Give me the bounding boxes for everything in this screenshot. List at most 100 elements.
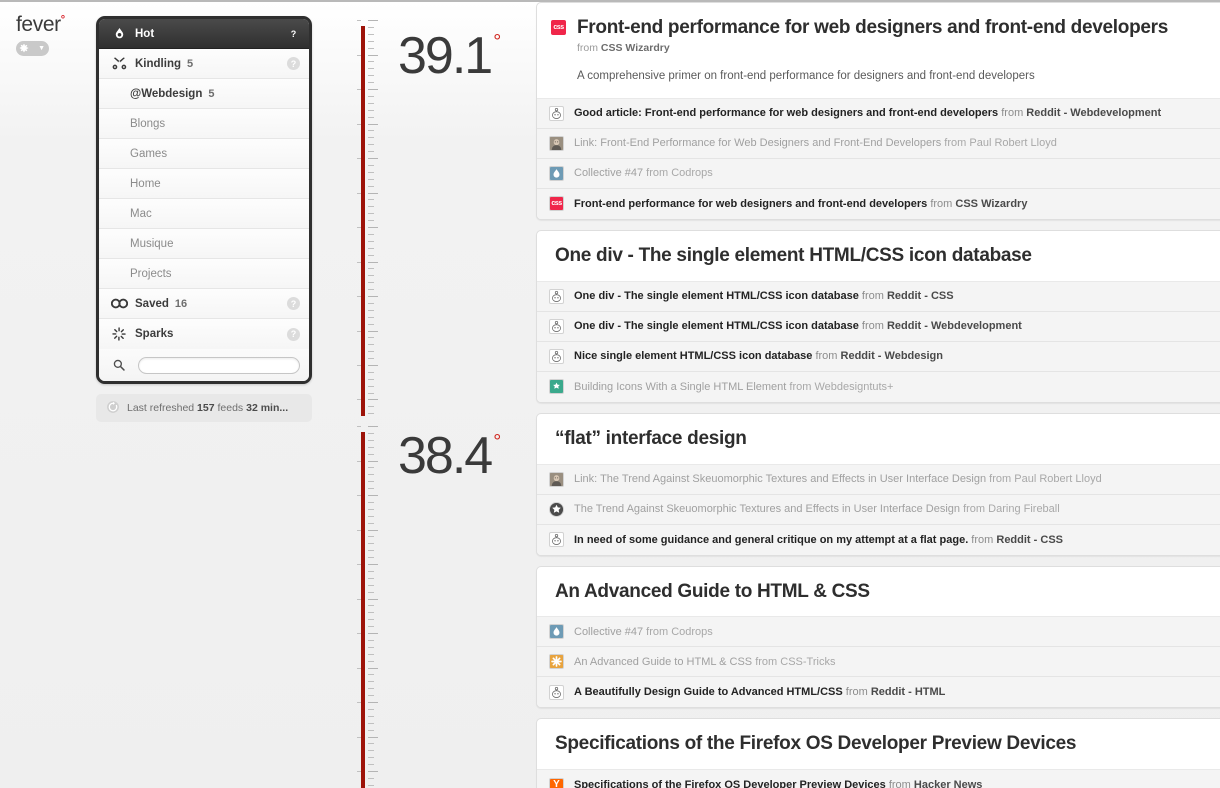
- help-icon[interactable]: ?: [287, 327, 300, 341]
- tick-mark: [357, 20, 361, 21]
- related-link-row[interactable]: In need of some guidance and general cri…: [537, 524, 1220, 555]
- tick-mark: [368, 41, 374, 42]
- tick-mark: [368, 124, 378, 125]
- article-card[interactable]: “flat” interface design Link: The Trend A…: [536, 412, 1220, 556]
- gear-icon: [19, 43, 29, 54]
- sidebar-item-mac[interactable]: Mac: [99, 199, 309, 229]
- article-card-header[interactable]: Specifications of the Firefox OS Develop…: [537, 719, 1220, 769]
- related-link-title: The Trend Against Skeuomorphic Textures …: [574, 503, 961, 516]
- sidebar-item-home[interactable]: Home: [99, 169, 309, 199]
- settings-button[interactable]: ▼: [16, 41, 49, 56]
- article-excerpt: A comprehensive primer on front-end perf…: [577, 69, 1035, 82]
- article-card-header[interactable]: “flat” interface design: [537, 414, 1220, 464]
- article-title[interactable]: “flat” interface design: [555, 428, 1217, 450]
- tick-mark: [357, 426, 361, 427]
- related-link-row[interactable]: css Front-end performance for web designe…: [537, 188, 1220, 219]
- sidebar-item-blongs[interactable]: Blongs: [99, 109, 309, 139]
- tick-mark: [368, 502, 374, 503]
- help-icon[interactable]: ?: [287, 27, 300, 40]
- article-title[interactable]: Specifications of the Firefox OS Develop…: [555, 733, 1217, 755]
- tick-mark: [368, 317, 374, 318]
- tick-mark: [368, 75, 374, 76]
- related-links-list: Good article: Front-end performance for …: [537, 97, 1220, 219]
- thermometer-mercury: [361, 26, 365, 416]
- favicon-reddit: [549, 684, 564, 700]
- tick-mark: [368, 220, 374, 221]
- related-link-row[interactable]: Y Specifications of the Firefox OS Develo…: [537, 770, 1220, 788]
- article-card[interactable]: An Advanced Guide to HTML & CSS Collectiv…: [536, 565, 1220, 709]
- favicon-reddit: [549, 288, 564, 304]
- sidebar-item-hot[interactable]: Hot?: [99, 19, 309, 49]
- related-link-source: Daring Fireball: [988, 503, 1060, 516]
- related-link-from: from: [643, 167, 672, 180]
- sidebar-item-label: Games: [130, 147, 168, 160]
- related-link-text: A Beautifully Design Guide to Advanced H…: [574, 686, 945, 698]
- tick-mark: [368, 379, 374, 380]
- sidebar-item-webdesign[interactable]: @Webdesign 5: [99, 79, 309, 109]
- sidebar-item-musique[interactable]: Musique: [99, 229, 309, 259]
- sidebar-item-count: 16: [174, 297, 188, 310]
- related-link-from: from: [858, 320, 887, 333]
- sidebar-item-games[interactable]: Games: [99, 139, 309, 169]
- article-card[interactable]: Specifications of the Firefox OS Develop…: [536, 718, 1220, 788]
- tick-mark: [368, 647, 374, 648]
- related-link-row[interactable]: Collective #47 from Codrops: [537, 617, 1220, 648]
- sidebar-item-label: Kindling: [135, 57, 181, 70]
- article-card[interactable]: One div - The single element HTML/CSS ic…: [536, 229, 1220, 403]
- related-link-row[interactable]: One div - The single element HTML/CSS ic…: [537, 281, 1220, 312]
- related-link-row[interactable]: Good article: Front-end performance for …: [537, 98, 1220, 129]
- related-link-row[interactable]: Link: The Trend Against Skeuomorphic Tex…: [537, 464, 1220, 495]
- help-icon[interactable]: ?: [287, 297, 300, 310]
- temperature-readout: 38.4 °: [398, 430, 502, 482]
- tick-mark: [368, 262, 378, 263]
- related-link-from: from: [998, 107, 1027, 120]
- favicon-codrops: [549, 624, 564, 640]
- brand-logo[interactable]: fever° ▼: [16, 14, 86, 56]
- article-title[interactable]: An Advanced Guide to HTML & CSS: [555, 581, 1217, 603]
- sidebar-item-saved[interactable]: Saved 16?: [99, 289, 309, 319]
- search-input[interactable]: [138, 356, 300, 374]
- sidebar-item-sparks[interactable]: Sparks?: [99, 319, 309, 349]
- related-link-row[interactable]: An Advanced Guide to HTML & CSS from CSS…: [537, 647, 1220, 678]
- related-link-from: from: [812, 350, 841, 363]
- tick-mark: [368, 372, 374, 373]
- related-link-row[interactable]: The Trend Against Skeuomorphic Textures …: [537, 494, 1220, 525]
- tick-mark: [368, 730, 374, 731]
- related-link-row[interactable]: Building Icons With a Single HTML Elemen…: [537, 371, 1220, 402]
- sidebar-item-label: Hot: [135, 27, 155, 40]
- temperature-readout: 39.1 °: [398, 30, 501, 82]
- degree-icon: °: [493, 431, 502, 453]
- article-card-header[interactable]: css Front-end performance for web designe…: [537, 3, 1220, 98]
- article-source-name: CSS Wizardry: [600, 41, 670, 54]
- related-link-row[interactable]: Collective #47 from Codrops: [537, 158, 1220, 189]
- sidebar-item-kindling[interactable]: Kindling 5?: [99, 49, 309, 79]
- tick-mark: [368, 213, 374, 214]
- related-link-row[interactable]: One div - The single element HTML/CSS ic…: [537, 311, 1220, 342]
- sidebar-search-row[interactable]: [99, 349, 309, 381]
- related-link-text: Good article: Front-end performance for …: [574, 107, 1161, 119]
- tick-mark: [368, 89, 378, 90]
- tick-mark: [368, 716, 374, 717]
- article-card[interactable]: css Front-end performance for web designe…: [536, 2, 1220, 220]
- tick-mark: [368, 447, 374, 448]
- sidebar-item-label: Projects: [130, 267, 172, 280]
- infinity-icon: [108, 298, 130, 309]
- related-link-title: Link: Front-End Performance for Web Desi…: [574, 137, 942, 150]
- related-link-row[interactable]: Nice single element HTML/CSS icon databa…: [537, 341, 1220, 372]
- last-refreshed-status[interactable]: Last refreshed 157 feeds 32 min...: [96, 394, 312, 422]
- related-link-row[interactable]: A Beautifully Design Guide to Advanced H…: [537, 677, 1220, 708]
- favicon-prl: [549, 135, 564, 151]
- article-title[interactable]: One div - The single element HTML/CSS ic…: [555, 245, 1217, 267]
- help-icon[interactable]: ?: [287, 57, 300, 70]
- tick-mark: [368, 461, 378, 462]
- article-card-header[interactable]: An Advanced Guide to HTML & CSS: [537, 567, 1220, 617]
- tick-mark: [368, 289, 374, 290]
- article-card-header[interactable]: One div - The single element HTML/CSS ic…: [537, 231, 1220, 281]
- related-link-title: Building Icons With a Single HTML Elemen…: [574, 380, 787, 393]
- tick-mark: [368, 681, 374, 682]
- sidebar-item-projects[interactable]: Projects: [99, 259, 309, 289]
- tick-mark: [368, 654, 374, 655]
- related-link-title: Specifications of the Firefox OS Develop…: [574, 779, 886, 788]
- article-title[interactable]: Front-end performance for web designers …: [577, 17, 1217, 39]
- related-link-row[interactable]: Link: Front-End Performance for Web Desi…: [537, 128, 1220, 159]
